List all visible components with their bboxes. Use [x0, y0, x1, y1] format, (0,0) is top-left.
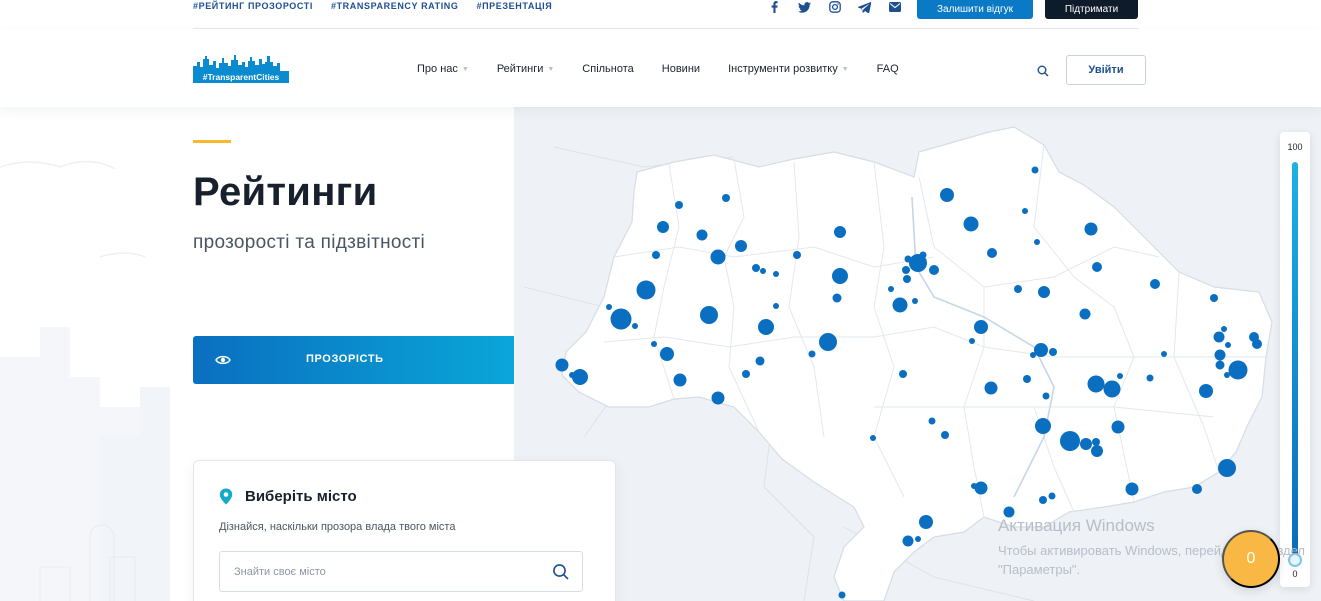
instagram-icon[interactable] [826, 0, 843, 14]
windows-activation-title: Активация Windows [998, 516, 1155, 535]
tab-transparency[interactable]: Прозорість [193, 336, 514, 384]
page-subtitle: прозорості та підзвітності [193, 232, 426, 253]
login-button[interactable]: Увійти [1066, 55, 1146, 85]
map-panel[interactable] [514, 107, 1321, 601]
top-link-transparency[interactable]: #Transparency rating [331, 1, 459, 11]
top-link-rating[interactable]: #Рейтинг прозорості [193, 1, 313, 11]
ukraine-map[interactable] [514, 107, 1321, 601]
location-pin-icon [219, 488, 233, 505]
card-heading: Виберіть місто [245, 488, 357, 505]
tab-label: Прозорість [306, 353, 384, 365]
nav-menu: Про нас ▼ Рейтинги ▼ Спільнота Новини Інст… [417, 63, 927, 75]
city-search-box[interactable] [219, 551, 583, 592]
social-links [766, 0, 903, 14]
nav-item-news[interactable]: Новини [662, 63, 700, 75]
nav-label: Рейтинги [496, 63, 544, 75]
search-icon[interactable] [552, 563, 570, 581]
nav-label: Інструменти розвитку [728, 63, 838, 75]
nav-label: Спільнота [582, 63, 634, 75]
mail-icon[interactable] [886, 0, 903, 14]
nav-item-about[interactable]: Про нас ▼ [417, 63, 469, 75]
logo-text: #TransparentCities [193, 71, 289, 83]
nav-item-faq[interactable]: FAQ [877, 63, 899, 75]
card-description: Дізнайся, наскільки прозора влада твого … [219, 521, 456, 533]
twitter-icon[interactable] [796, 0, 813, 14]
skyline-logo-icon [193, 55, 280, 73]
chevron-down-icon: ▼ [547, 65, 555, 73]
nav-label: FAQ [876, 63, 899, 75]
nav-label: Про нас [417, 63, 458, 75]
slider-track[interactable] [1292, 162, 1298, 558]
support-button[interactable]: Підтримати [1045, 0, 1138, 19]
title-accent-bar [193, 140, 231, 143]
main-navbar: #TransparentCities Про нас ▼ Рейтинги ▼ Сп… [0, 29, 1321, 107]
chevron-down-icon: ▼ [841, 65, 849, 73]
search-icon[interactable] [1034, 62, 1052, 80]
nav-item-ratings[interactable]: Рейтинги ▼ [497, 63, 554, 75]
eye-icon [215, 355, 231, 365]
facebook-icon[interactable] [766, 0, 783, 14]
nav-label: Новини [661, 63, 701, 75]
telegram-icon[interactable] [856, 0, 873, 14]
city-select-card: Виберіть місто Дізнайся, наскільки прозо… [193, 460, 616, 601]
top-bar: #Рейтинг прозорості #Transparency rating… [0, 0, 1321, 29]
nav-item-tools[interactable]: Інструменти розвитку ▼ [728, 63, 849, 75]
chevron-down-icon: ▼ [461, 65, 469, 73]
nav-item-community[interactable]: Спільнота [582, 63, 633, 75]
score-badge-button[interactable]: 0 [1222, 530, 1280, 588]
city-search-input[interactable] [234, 563, 534, 581]
top-link-presentation[interactable]: #Презентація [477, 1, 553, 11]
logo[interactable]: #TransparentCities [193, 53, 289, 83]
top-links: #Рейтинг прозорості #Transparency rating… [193, 1, 552, 11]
slider-max-label: 100 [1287, 142, 1303, 152]
index-range-slider[interactable]: 100 0 [1280, 132, 1310, 587]
page-title: Рейтинги [193, 170, 378, 214]
feedback-button[interactable]: Залишити відгук [917, 0, 1033, 19]
